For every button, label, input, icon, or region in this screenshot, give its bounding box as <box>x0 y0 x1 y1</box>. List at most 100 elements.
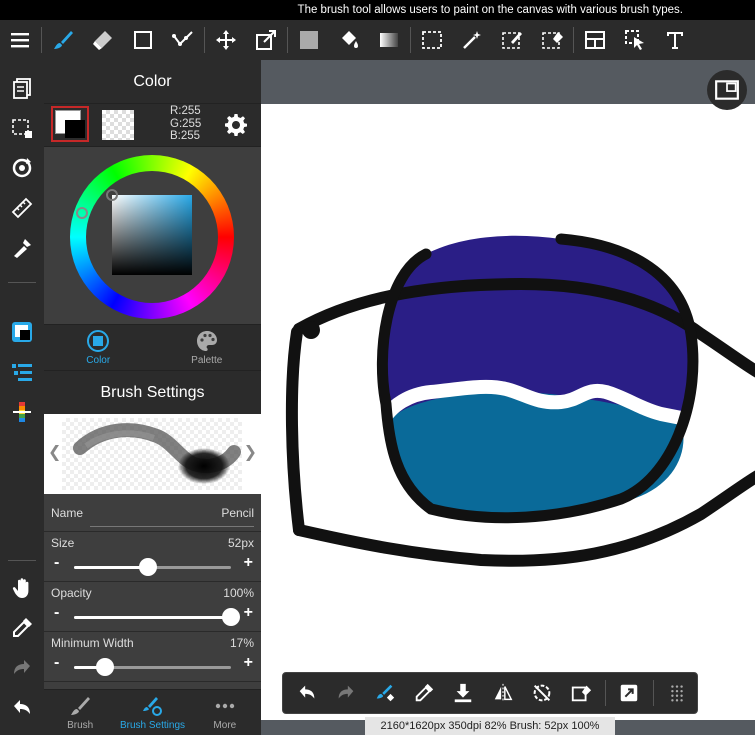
eyedropper-icon[interactable] <box>0 608 44 648</box>
toolbar-divider <box>8 282 36 283</box>
grid-menu-button[interactable] <box>658 673 697 713</box>
brush-eraser-toggle-button[interactable] <box>365 673 404 713</box>
select-pen-icon[interactable] <box>492 20 532 60</box>
tab-more[interactable]: More <box>189 690 261 735</box>
toolbar-divider <box>8 560 36 561</box>
brush-tool-icon[interactable] <box>43 20 83 60</box>
hand-tool-icon[interactable] <box>0 568 44 608</box>
gear-icon[interactable] <box>224 113 248 137</box>
tab-color[interactable]: Color <box>44 325 153 370</box>
ruler-icon[interactable] <box>0 188 44 228</box>
navigator-icon <box>715 80 739 100</box>
fill-color-icon[interactable] <box>289 20 329 60</box>
app-root: The brush tool allows users to paint on … <box>0 0 755 735</box>
move-tool-icon[interactable] <box>206 20 246 60</box>
opacity-increase-button[interactable]: + <box>244 604 253 622</box>
side-panel: Color R:255 G:255 B:255 Color Palette Br… <box>44 60 261 735</box>
layer-icon[interactable] <box>0 68 44 108</box>
color-panel-title: Color <box>44 60 261 104</box>
sv-marker[interactable] <box>106 189 118 201</box>
tab-palette[interactable]: Palette <box>153 325 262 370</box>
shape-tool-icon[interactable] <box>123 20 163 60</box>
material-icon <box>620 684 638 702</box>
color-palette-icon[interactable] <box>0 392 44 432</box>
size-slider[interactable] <box>74 558 231 576</box>
color-wheel-area <box>44 146 261 324</box>
eyedropper-button[interactable] <box>405 673 444 713</box>
transparent-swatch[interactable] <box>102 110 134 140</box>
bucket-tool-icon[interactable] <box>329 20 369 60</box>
min-width-value: 17% <box>229 636 254 650</box>
select-eraser-icon[interactable] <box>532 20 572 60</box>
opacity-slider[interactable] <box>74 608 240 626</box>
redo-button[interactable] <box>326 673 365 713</box>
size-increase-button[interactable]: + <box>244 554 253 572</box>
gradient-tool-icon[interactable] <box>369 20 409 60</box>
min-width-label: Minimum Width <box>51 636 134 650</box>
opacity-decrease-button[interactable]: - <box>54 604 59 622</box>
undo-button[interactable] <box>287 673 326 713</box>
canvas-paper[interactable] <box>261 104 755 720</box>
reset-rotation-button[interactable] <box>522 673 561 713</box>
canvas-area[interactable]: 2160*1620px 350dpi 82% Brush: 52px 100% <box>261 60 755 735</box>
edit-point-icon[interactable] <box>163 20 203 60</box>
opacity-value: 100% <box>223 586 254 600</box>
next-brush-chevron-icon[interactable]: ❯ <box>244 442 257 462</box>
size-decrease-button[interactable]: - <box>54 554 59 572</box>
undo-icon <box>299 685 314 699</box>
status-bar: 2160*1620px 350dpi 82% Brush: 52px 100% <box>365 717 615 735</box>
flip-icon <box>494 683 513 703</box>
toolbar-divider <box>573 27 574 53</box>
quick-action-bar <box>282 672 698 714</box>
background-color <box>65 120 85 138</box>
frame-divider-icon[interactable] <box>575 20 615 60</box>
brush-name-row: Name Pencil <box>44 494 261 532</box>
top-toolbar <box>0 20 755 60</box>
min-width-decrease-button[interactable]: - <box>54 654 59 672</box>
color-swatch-icon[interactable] <box>0 312 44 352</box>
toolbar-divider <box>604 680 606 706</box>
hue-marker[interactable] <box>76 207 88 219</box>
selection-icon[interactable] <box>0 108 44 148</box>
menu-icon[interactable] <box>0 20 40 60</box>
rotate-canvas-icon[interactable] <box>0 148 44 188</box>
flip-button[interactable] <box>483 673 522 713</box>
select-tool-icon[interactable] <box>412 20 452 60</box>
material-button[interactable] <box>610 673 649 713</box>
undo-icon[interactable] <box>0 688 44 728</box>
transform-tool-icon[interactable] <box>246 20 286 60</box>
brush-name-field[interactable]: Pencil <box>221 506 254 520</box>
toolbar-divider <box>287 27 288 53</box>
panel-bottom-tabs: Brush Brush Settings More <box>44 689 261 735</box>
opacity-slider-row: Opacity 100% - + <box>44 582 261 632</box>
min-width-slider[interactable] <box>74 658 231 676</box>
save-button[interactable] <box>444 673 483 713</box>
layer-list-icon[interactable] <box>0 352 44 392</box>
eraser-tool-icon[interactable] <box>83 20 123 60</box>
main-color-swatch[interactable] <box>51 106 89 142</box>
brush-eraser-toggle-icon <box>376 684 395 702</box>
prev-brush-chevron-icon[interactable]: ❮ <box>48 442 61 462</box>
operation-tool-icon[interactable] <box>615 20 655 60</box>
select-eraser-button[interactable] <box>561 673 600 713</box>
select-eraser-icon <box>571 685 592 702</box>
rgb-b: B:255 <box>170 130 201 142</box>
tab-brush-settings[interactable]: Brush Settings <box>116 690 188 735</box>
tab-brush[interactable]: Brush <box>44 690 116 735</box>
filter-icon[interactable] <box>0 228 44 268</box>
download-icon <box>455 683 472 703</box>
text-tool-icon[interactable] <box>655 20 695 60</box>
saturation-value-square[interactable] <box>112 195 192 275</box>
redo-icon[interactable] <box>0 648 44 688</box>
size-value: 52px <box>227 536 254 550</box>
toolbar-divider <box>204 27 205 53</box>
navigator-button[interactable] <box>707 70 747 110</box>
color-tabs: Color Palette <box>44 324 261 370</box>
toolbar-divider <box>410 27 411 53</box>
grid-dots-icon <box>671 685 684 702</box>
brush-stroke-preview <box>73 423 241 484</box>
tooltip: The brush tool allows users to paint on … <box>0 0 755 20</box>
opacity-label: Opacity <box>51 586 92 600</box>
min-width-increase-button[interactable]: + <box>244 654 253 672</box>
magic-wand-icon[interactable] <box>452 20 492 60</box>
